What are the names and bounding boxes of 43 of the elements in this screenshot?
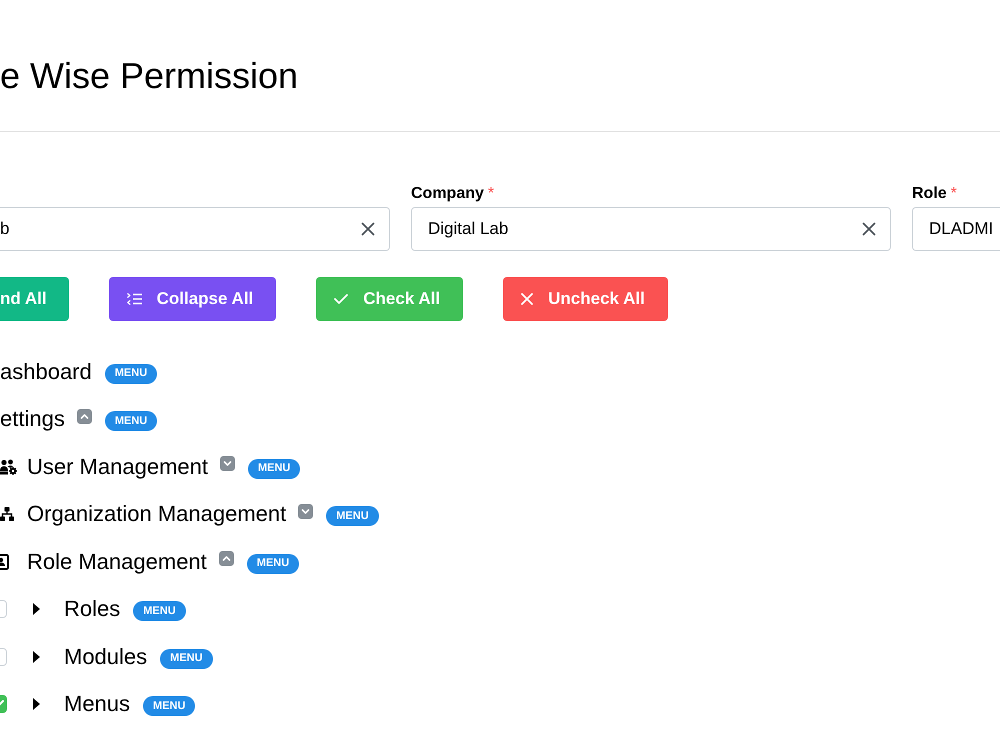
menu-type-badge: MENU: [246, 554, 300, 574]
menu-type-badge: MENU: [104, 411, 158, 432]
sitemap-icon: [0, 507, 14, 522]
tree-item-label[interactable]: Organization Management: [27, 500, 286, 528]
caret-right-icon[interactable]: [33, 698, 40, 710]
tree-item-label[interactable]: Roles: [64, 595, 120, 624]
checkbox[interactable]: [0, 695, 7, 714]
chevron-up-icon[interactable]: [76, 408, 92, 424]
select-field[interactable]: b: [0, 207, 390, 251]
menu-type-badge: MENU: [143, 696, 196, 716]
required-asterisk: *: [950, 185, 957, 203]
check-icon: [334, 294, 348, 304]
checkbox[interactable]: [0, 600, 7, 618]
tree-item-label[interactable]: Menus: [64, 690, 130, 718]
clear-icon[interactable]: [862, 222, 876, 236]
list-indent-icon: [126, 293, 142, 305]
menu-type-badge: MENU: [326, 506, 379, 526]
tree-item-label[interactable]: Role Management: [27, 548, 207, 576]
caret-right-icon[interactable]: [33, 650, 40, 663]
field-label: Company: [411, 185, 484, 203]
page-title: e Wise Permission: [0, 54, 298, 98]
tree-item-label[interactable]: ashboard: [0, 358, 92, 386]
users-gear-icon: [0, 458, 17, 475]
collapse-all-button[interactable]: Collapse All: [108, 277, 276, 321]
caret-right-icon[interactable]: [33, 603, 40, 616]
tree-item-label[interactable]: Modules: [64, 642, 148, 671]
tree-item-label[interactable]: User Management: [27, 452, 208, 481]
checkbox[interactable]: [0, 648, 7, 666]
menu-type-badge: MENU: [160, 648, 213, 669]
menu-type-badge: MENU: [133, 601, 186, 622]
tree-item-label[interactable]: ettings: [0, 405, 65, 434]
x-icon: [521, 293, 534, 305]
chevron-up-icon[interactable]: [218, 551, 234, 566]
field-label: Role: [912, 185, 947, 203]
clear-icon[interactable]: [361, 222, 375, 236]
chevron-down-icon[interactable]: [298, 504, 314, 519]
required-asterisk: *: [488, 185, 494, 203]
chevron-down-icon[interactable]: [220, 456, 235, 472]
id-card-icon: [0, 554, 9, 570]
menu-type-badge: MENU: [248, 458, 300, 479]
select-field[interactable]: DLADMI: [912, 207, 1000, 251]
menu-type-badge: MENU: [104, 364, 158, 384]
select-field[interactable]: Digital Lab: [411, 207, 891, 251]
